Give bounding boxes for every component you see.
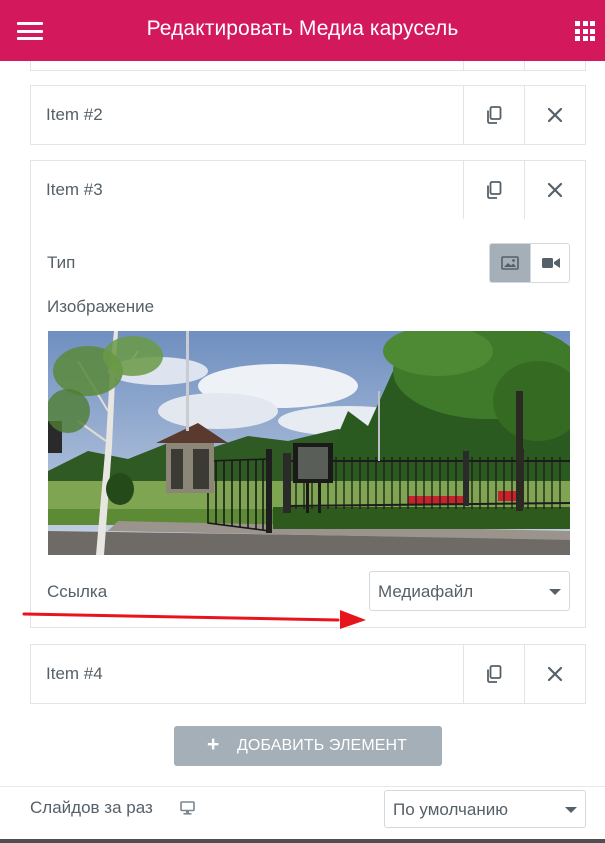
repeater-item-row: Item #3 (30, 160, 586, 220)
plus-icon: + (207, 733, 220, 756)
link-select[interactable]: Медиафайл (369, 571, 570, 611)
park-gate-photo (48, 331, 570, 555)
remove-item-button[interactable] (524, 161, 585, 219)
video-type-option[interactable] (530, 244, 569, 282)
repeater-item-title[interactable]: Item #3 (46, 180, 103, 200)
close-icon (547, 666, 563, 682)
duplicate-item-button[interactable] (463, 86, 524, 144)
repeater-item-title[interactable]: Item #2 (46, 105, 103, 125)
bottom-edge-bar (0, 839, 605, 843)
remove-item-button[interactable] (524, 645, 585, 703)
panel-title: Редактировать Медиа карусель (146, 17, 459, 40)
copy-icon (487, 181, 502, 199)
repeater-item-title[interactable]: Item #4 (46, 664, 103, 684)
add-item-button[interactable]: + ДОБАВИТЬ ЭЛЕМЕНТ (174, 726, 442, 766)
item-settings-panel: Тип Изображение Ссылка Медиафайл (30, 219, 586, 628)
link-select-value: Медиафайл (378, 582, 474, 601)
link-label: Ссылка (47, 582, 108, 601)
close-icon (547, 182, 563, 198)
slides-per-view-label: Слайдов за раз (30, 798, 153, 817)
desktop-icon[interactable] (180, 801, 195, 815)
copy-icon (487, 106, 502, 124)
caret-down-icon (565, 807, 577, 813)
video-camera-icon (541, 258, 560, 268)
grid-icon[interactable] (575, 21, 595, 41)
add-item-label: ДОБАВИТЬ ЭЛЕМЕНТ (237, 737, 408, 754)
close-icon (547, 107, 563, 123)
slides-per-view-select[interactable]: По умолчанию (384, 790, 586, 828)
caret-down-icon (549, 589, 561, 595)
image-type-option[interactable] (490, 244, 530, 282)
duplicate-item-button[interactable] (463, 645, 524, 703)
image-label: Изображение (47, 297, 155, 316)
duplicate-item-button[interactable] (463, 161, 524, 219)
previous-item-row (30, 61, 586, 71)
type-label: Тип (47, 253, 76, 272)
section-divider (0, 786, 605, 787)
repeater-item-row: Item #4 (30, 644, 586, 704)
repeater-item-row: Item #2 (30, 85, 586, 145)
editor-header: Редактировать Медиа карусель (0, 0, 605, 61)
media-type-toggle (489, 243, 570, 283)
slides-per-view-value: По умолчанию (393, 800, 508, 819)
image-icon (501, 256, 519, 270)
image-preview[interactable] (48, 331, 570, 555)
remove-item-button[interactable] (524, 86, 585, 144)
copy-icon (487, 665, 502, 683)
